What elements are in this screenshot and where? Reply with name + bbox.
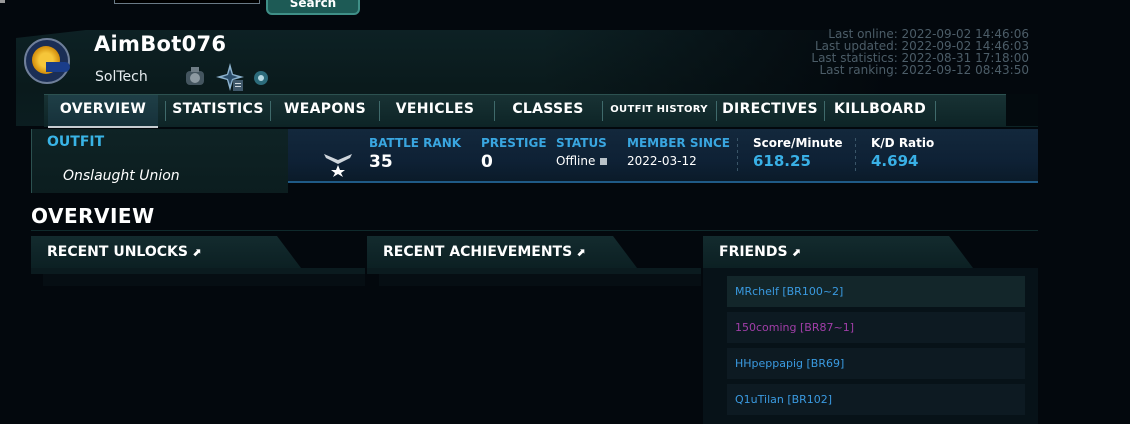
friend-name[interactable]: 150coming [BR87~1] [735,321,854,334]
prestige-value: 0 [481,152,493,172]
member-since-value: 2022-03-12 [627,154,697,168]
recent-unlocks-body [43,274,365,286]
tab-divider [935,101,936,121]
stats-glow [288,181,1038,183]
status-value-wrap: Offline [556,154,608,168]
score-per-minute-label: Score/Minute [753,136,843,150]
member-since-label: MEMBER SINCE [627,136,730,150]
faction-wing-icon [46,62,70,72]
player-name: AimBot076 [94,32,227,56]
last-ranking: Last ranking: 2022-09-12 08:43:50 [819,63,1029,77]
friend-name[interactable]: MRchelf [BR100~2] [735,285,843,298]
last-activity: Last online: 2022-09-02 14:46:06 Last up… [760,28,1029,76]
status-value: Offline [556,154,596,168]
recent-achievements-link[interactable]: RECENT ACHIEVEMENTS ⬈ [383,244,585,260]
section-divider [31,230,1038,231]
kd-ratio-value: 4.694 [871,152,919,170]
friend-item[interactable]: HHpeppapig [BR69] [727,348,1025,379]
certificate-icon [254,71,268,85]
recent-unlocks-title: RECENT UNLOCKS [47,244,188,260]
external-link-icon: ⬈ [791,246,801,259]
external-link-icon: ⬈ [576,246,586,259]
battle-rank-label: BATTLE RANK [369,136,462,150]
friends-title: FRIENDS [719,244,788,260]
outfit-name[interactable]: Onslaught Union [63,168,180,184]
tab-weapons[interactable]: WEAPONS [271,95,379,126]
recent-achievements-title: RECENT ACHIEVEMENTS [383,244,573,260]
tab-directives[interactable]: DIRECTIVES [717,95,823,126]
tab-bar: OVERVIEW STATISTICS WEAPONS VEHICLES CLA… [44,94,1038,128]
friend-name[interactable]: Q1uTilan [BR102] [735,393,832,406]
faction-name: SolTech [95,69,148,85]
status-indicator-icon [600,158,608,165]
overview-title: OVERVIEW [31,204,155,228]
stat-divider [855,138,856,172]
recent-achievements-body [379,274,701,286]
battle-rank-value: 35 [369,152,393,172]
external-link-icon: ⬈ [191,246,202,259]
tab-bar-end [1006,94,1038,126]
star-icon [216,63,244,91]
tab-overview[interactable]: OVERVIEW [48,95,158,128]
rank-icon [186,67,204,85]
battle-rank-emblem-icon [324,154,352,177]
prestige-label: PRESTIGE [481,136,547,150]
search-button[interactable]: Search [266,0,360,15]
friend-item[interactable]: MRchelf [BR100~2] [727,276,1025,307]
friend-name[interactable]: HHpeppapig [BR69] [735,357,844,370]
menu-fragment [0,0,5,3]
outfit-title: OUTFIT [47,134,105,150]
search-input[interactable] [114,0,260,4]
recent-unlocks-link[interactable]: RECENT UNLOCKS ⬈ [47,244,201,260]
stat-divider [737,138,738,172]
friend-item[interactable]: Q1uTilan [BR102] [727,384,1025,415]
friend-item[interactable]: 150coming [BR87~1] [727,312,1025,343]
status-label: STATUS [556,136,607,150]
tab-classes[interactable]: CLASSES [495,95,601,126]
kd-ratio-label: K/D Ratio [871,136,935,150]
friends-link[interactable]: FRIENDS ⬈ [719,244,801,260]
tab-outfit-history[interactable]: OUTFIT HISTORY [603,95,715,126]
tab-statistics[interactable]: STATISTICS [166,95,270,126]
score-per-minute-value: 618.25 [753,152,811,170]
tab-killboard[interactable]: KILLBOARD [825,95,935,126]
tab-vehicles[interactable]: VEHICLES [380,95,490,126]
